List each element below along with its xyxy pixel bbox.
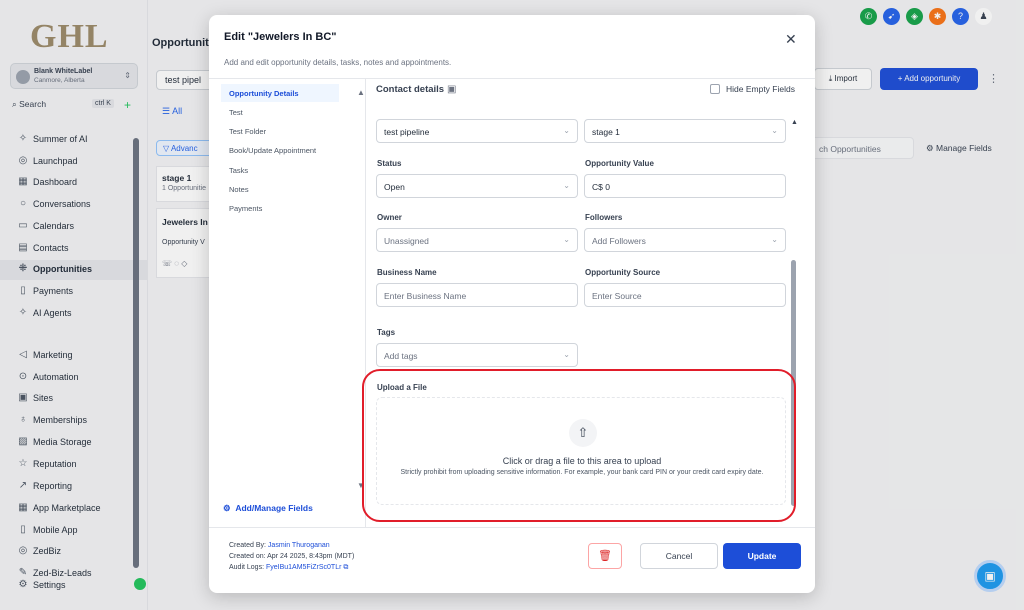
- audit-logs: Audit Logs: FyeIBu1AM5FiZrSc0TLr ⧉: [229, 564, 349, 571]
- chevron-down-icon: ⌄: [563, 126, 570, 135]
- trash-icon: 🗑: [598, 550, 612, 562]
- owner-select[interactable]: Unassigned ⌄: [376, 228, 578, 252]
- opportunity-source-input[interactable]: Enter Source: [584, 283, 786, 307]
- tags-select[interactable]: Add tags ⌄: [376, 343, 578, 367]
- update-button[interactable]: Update: [723, 543, 801, 569]
- nav-tasks[interactable]: Tasks: [221, 161, 339, 179]
- nav-notes[interactable]: Notes: [221, 180, 339, 198]
- hide-empty-checkbox[interactable]: [710, 84, 720, 94]
- chevron-down-icon: ⌄: [771, 126, 778, 135]
- tags-label: Tags: [377, 328, 396, 337]
- add-manage-fields-link[interactable]: ⚙ Add/Manage Fields: [223, 503, 313, 514]
- stage-select[interactable]: stage 1 ⌄: [584, 119, 786, 143]
- delete-button[interactable]: 🗑: [588, 543, 622, 569]
- header-divider: [209, 78, 815, 79]
- edit-opportunity-modal: Edit "Jewelers In BC" Add and edit oppor…: [209, 15, 815, 593]
- cancel-button[interactable]: Cancel: [640, 543, 718, 569]
- contact-details-heading: Contact details: [376, 84, 445, 95]
- owner-label: Owner: [377, 213, 402, 222]
- status-select[interactable]: Open ⌄: [376, 174, 578, 198]
- business-name-input[interactable]: Enter Business Name: [376, 283, 578, 307]
- chevron-down-icon: ⌄: [563, 235, 570, 244]
- nav-opportunity-details[interactable]: Opportunity Details: [221, 84, 339, 102]
- opportunity-value-input[interactable]: C$ 0: [584, 174, 786, 198]
- copy-icon[interactable]: ⧉: [343, 564, 348, 571]
- chevron-down-icon: ⌄: [563, 181, 570, 190]
- nav-book-update-appointment[interactable]: Book/Update Appointment: [221, 141, 339, 159]
- chevron-down-icon: ⌄: [771, 235, 778, 244]
- followers-label: Followers: [585, 213, 623, 222]
- status-label: Status: [377, 159, 402, 168]
- created-on: Created on: Apr 24 2025, 8:43pm (MDT): [229, 553, 355, 560]
- pipeline-select[interactable]: test pipeline ⌄: [376, 119, 578, 143]
- scroll-up-arrow-icon[interactable]: ▲: [357, 88, 365, 97]
- nav-test-folder[interactable]: Test Folder: [221, 122, 339, 140]
- chevron-down-icon: ⌄: [563, 350, 570, 359]
- hide-empty-label: Hide Empty Fields: [726, 84, 795, 94]
- opportunity-source-label: Opportunity Source: [585, 268, 661, 277]
- created-by: Created By: Jasmin Thuroganan: [229, 542, 330, 549]
- contact-card-icon: ▣: [447, 84, 457, 95]
- nav-payments[interactable]: Payments: [221, 199, 339, 217]
- highlight-annotation: [362, 369, 796, 522]
- business-name-label: Business Name: [377, 268, 437, 277]
- followers-select[interactable]: Add Followers ⌄: [584, 228, 786, 252]
- close-icon[interactable]: ✕: [785, 31, 797, 48]
- modal-title: Edit "Jewelers In BC": [224, 31, 337, 43]
- modal-subtitle: Add and edit opportunity details, tasks,…: [224, 58, 452, 67]
- footer-divider: [209, 527, 815, 528]
- form-scroll-up-icon[interactable]: ▲: [791, 119, 798, 126]
- opportunity-value-label: Opportunity Value: [585, 159, 654, 168]
- nav-test[interactable]: Test: [221, 103, 339, 121]
